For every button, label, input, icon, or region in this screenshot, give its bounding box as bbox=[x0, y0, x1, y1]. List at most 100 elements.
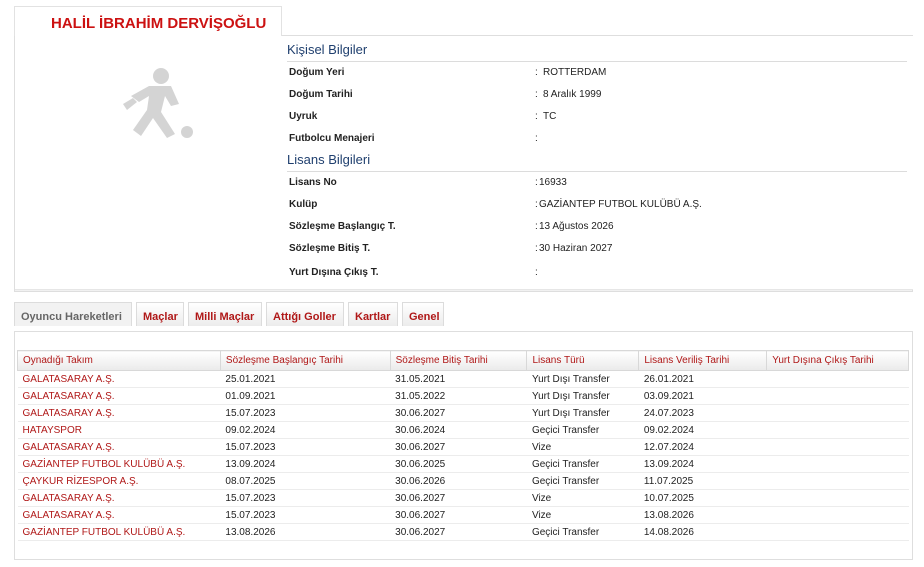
info-colon: : bbox=[535, 267, 538, 278]
table-cell: 09.02.2024 bbox=[643, 424, 694, 436]
table-cell: 14.08.2026 bbox=[643, 526, 694, 538]
table-row: GALATASARAY A.Ş. 15.07.2023 30.06.2027 V… bbox=[17, 507, 909, 524]
table-cell: 13.08.2026 bbox=[643, 509, 694, 521]
info-colon: : bbox=[535, 177, 538, 188]
tab-kartlar[interactable]: Kartlar bbox=[348, 302, 398, 326]
info-label: Doğum Yeri bbox=[289, 67, 345, 78]
table-cell: 31.05.2021 bbox=[395, 373, 446, 385]
table-cell: 15.07.2023 bbox=[225, 492, 276, 504]
info-row-contract-start: Sözleşme Başlangıç T. : 13 Ağustos 2026 bbox=[287, 221, 907, 243]
info-colon: : bbox=[535, 67, 538, 78]
info-colon: : bbox=[535, 243, 538, 254]
column-header[interactable]: Sözleşme Başlangıç Tarihi bbox=[219, 350, 391, 371]
column-header[interactable]: Sözleşme Bitiş Tarihi bbox=[389, 350, 528, 371]
table-row: GALATASARAY A.Ş. 15.07.2023 30.06.2027 Y… bbox=[17, 405, 909, 422]
profile-card: Kişisel Bilgiler Doğum Yeri : ROTTERDAM … bbox=[15, 36, 913, 290]
table-row: GAZİANTEP FUTBOL KULÜBÜ A.Ş. 13.09.2024 … bbox=[17, 456, 909, 473]
table-cell: Geçici Transfer bbox=[531, 424, 600, 436]
table-row: GALATASARAY A.Ş. 15.07.2023 30.06.2027 V… bbox=[17, 439, 909, 456]
table-cell: 01.09.2021 bbox=[225, 390, 276, 402]
player-silhouette-icon bbox=[109, 64, 199, 144]
info-label: Yurt Dışına Çıkış T. bbox=[289, 267, 379, 278]
info-label: Lisans No bbox=[289, 177, 337, 188]
info-row-club: Kulüp : GAZİANTEP FUTBOL KULÜBÜ A.Ş. bbox=[287, 199, 907, 221]
tab-milli-maclar[interactable]: Milli Maçlar bbox=[188, 302, 262, 326]
info-value: 30 Haziran 2027 bbox=[539, 243, 613, 254]
info-row-abroad-exit: Yurt Dışına Çıkış T. : bbox=[287, 267, 907, 289]
team-link[interactable]: GAZİANTEP FUTBOL KULÜBÜ A.Ş. bbox=[18, 524, 221, 541]
team-link[interactable]: ÇAYKUR RİZESPOR A.Ş. bbox=[18, 473, 221, 490]
column-header[interactable]: Oynadığı Takım bbox=[17, 350, 221, 371]
table-cell: Yurt Dışı Transfer bbox=[531, 407, 610, 419]
table-cell: 25.01.2021 bbox=[225, 373, 276, 385]
table-cell: Geçici Transfer bbox=[531, 458, 600, 470]
info-value: 8 Aralık 1999 bbox=[543, 89, 602, 100]
tab-maclar[interactable]: Maçlar bbox=[136, 302, 184, 326]
table-cell: 12.07.2024 bbox=[643, 441, 694, 453]
team-link[interactable]: GAZİANTEP FUTBOL KULÜBÜ A.Ş. bbox=[18, 456, 221, 473]
table-cell: 15.07.2023 bbox=[225, 407, 276, 419]
table-cell bbox=[767, 473, 909, 490]
movements-table: Oynadığı Takım Sözleşme Başlangıç Tarihi… bbox=[17, 350, 909, 541]
team-link[interactable]: GALATASARAY A.Ş. bbox=[18, 490, 221, 507]
info-value: 16933 bbox=[539, 177, 567, 188]
column-header[interactable]: Lisans Veriliş Tarihi bbox=[638, 350, 768, 371]
table-cell: 30.06.2027 bbox=[395, 526, 446, 538]
team-link[interactable]: GALATASARAY A.Ş. bbox=[18, 405, 221, 422]
personal-info-title: Kişisel Bilgiler bbox=[287, 42, 907, 62]
team-link[interactable]: HATAYSPOR bbox=[18, 422, 221, 439]
table-cell bbox=[767, 422, 909, 439]
table-cell: 24.07.2023 bbox=[643, 407, 694, 419]
info-label: Kulüp bbox=[289, 199, 318, 210]
table-cell: Yurt Dışı Transfer bbox=[531, 390, 610, 402]
info-row-birthplace: Doğum Yeri : ROTTERDAM bbox=[287, 67, 907, 89]
table-row: GAZİANTEP FUTBOL KULÜBÜ A.Ş. 13.08.2026 … bbox=[17, 524, 909, 541]
tab-genel[interactable]: Genel bbox=[402, 302, 444, 326]
team-link[interactable]: GALATASARAY A.Ş. bbox=[18, 388, 221, 405]
info-value: GAZİANTEP FUTBOL KULÜBÜ A.Ş. bbox=[539, 199, 702, 210]
table-row: GALATASARAY A.Ş. 15.07.2023 30.06.2027 V… bbox=[17, 490, 909, 507]
table-cell bbox=[767, 371, 909, 388]
column-header[interactable]: Lisans Türü bbox=[526, 350, 640, 371]
table-cell: Geçici Transfer bbox=[531, 526, 600, 538]
table-row: GALATASARAY A.Ş. 01.09.2021 31.05.2022 Y… bbox=[17, 388, 909, 405]
table-cell bbox=[767, 507, 909, 524]
info-label: Futbolcu Menajeri bbox=[289, 133, 375, 144]
info-colon: : bbox=[535, 89, 538, 100]
table-cell bbox=[767, 490, 909, 507]
table-row: GALATASARAY A.Ş. 25.01.2021 31.05.2021 Y… bbox=[17, 371, 909, 388]
tab-attigi-goller[interactable]: Attığı Goller bbox=[266, 302, 344, 326]
table-header-row: Oynadığı Takım Sözleşme Başlangıç Tarihi… bbox=[17, 350, 909, 371]
team-link[interactable]: GALATASARAY A.Ş. bbox=[18, 439, 221, 456]
info-row-license-no: Lisans No : 16933 bbox=[287, 177, 907, 199]
table-cell: Geçici Transfer bbox=[531, 475, 600, 487]
table-cell: 08.07.2025 bbox=[225, 475, 276, 487]
info-label: Sözleşme Başlangıç T. bbox=[289, 221, 396, 232]
table-cell bbox=[767, 524, 909, 541]
table-row: HATAYSPOR 09.02.2024 30.06.2024 Geçici T… bbox=[17, 422, 909, 439]
info-row-birthdate: Doğum Tarihi : 8 Aralık 1999 bbox=[287, 89, 907, 111]
table-cell: Vize bbox=[531, 509, 552, 521]
info-row-nationality: Uyruk : TC bbox=[287, 111, 907, 133]
table-cell: 30.06.2024 bbox=[395, 424, 446, 436]
license-info-title: Lisans Bilgileri bbox=[287, 152, 907, 172]
player-profile-panel: Kişisel Bilgiler Doğum Yeri : ROTTERDAM … bbox=[14, 35, 913, 292]
info-colon: : bbox=[535, 199, 538, 210]
table-cell bbox=[767, 439, 909, 456]
table-cell: 10.07.2025 bbox=[643, 492, 694, 504]
table-cell: 30.06.2025 bbox=[395, 458, 446, 470]
table-row: ÇAYKUR RİZESPOR A.Ş. 08.07.2025 30.06.20… bbox=[17, 473, 909, 490]
info-label: Doğum Tarihi bbox=[289, 89, 353, 100]
table-cell: Yurt Dışı Transfer bbox=[531, 373, 610, 385]
table-cell: 09.02.2024 bbox=[225, 424, 276, 436]
info-value: ROTTERDAM bbox=[543, 67, 607, 78]
team-link[interactable]: GALATASARAY A.Ş. bbox=[18, 507, 221, 524]
info-colon: : bbox=[535, 111, 538, 122]
table-cell: 30.06.2027 bbox=[395, 509, 446, 521]
column-header[interactable]: Yurt Dışına Çıkış Tarihi bbox=[766, 350, 909, 371]
table-cell: 03.09.2021 bbox=[643, 390, 694, 402]
team-link[interactable]: GALATASARAY A.Ş. bbox=[18, 371, 221, 388]
tab-oyuncu-hareketleri[interactable]: Oyuncu Hareketleri bbox=[14, 302, 132, 326]
info-value: TC bbox=[543, 111, 557, 122]
table-cell: 30.06.2027 bbox=[395, 441, 446, 453]
